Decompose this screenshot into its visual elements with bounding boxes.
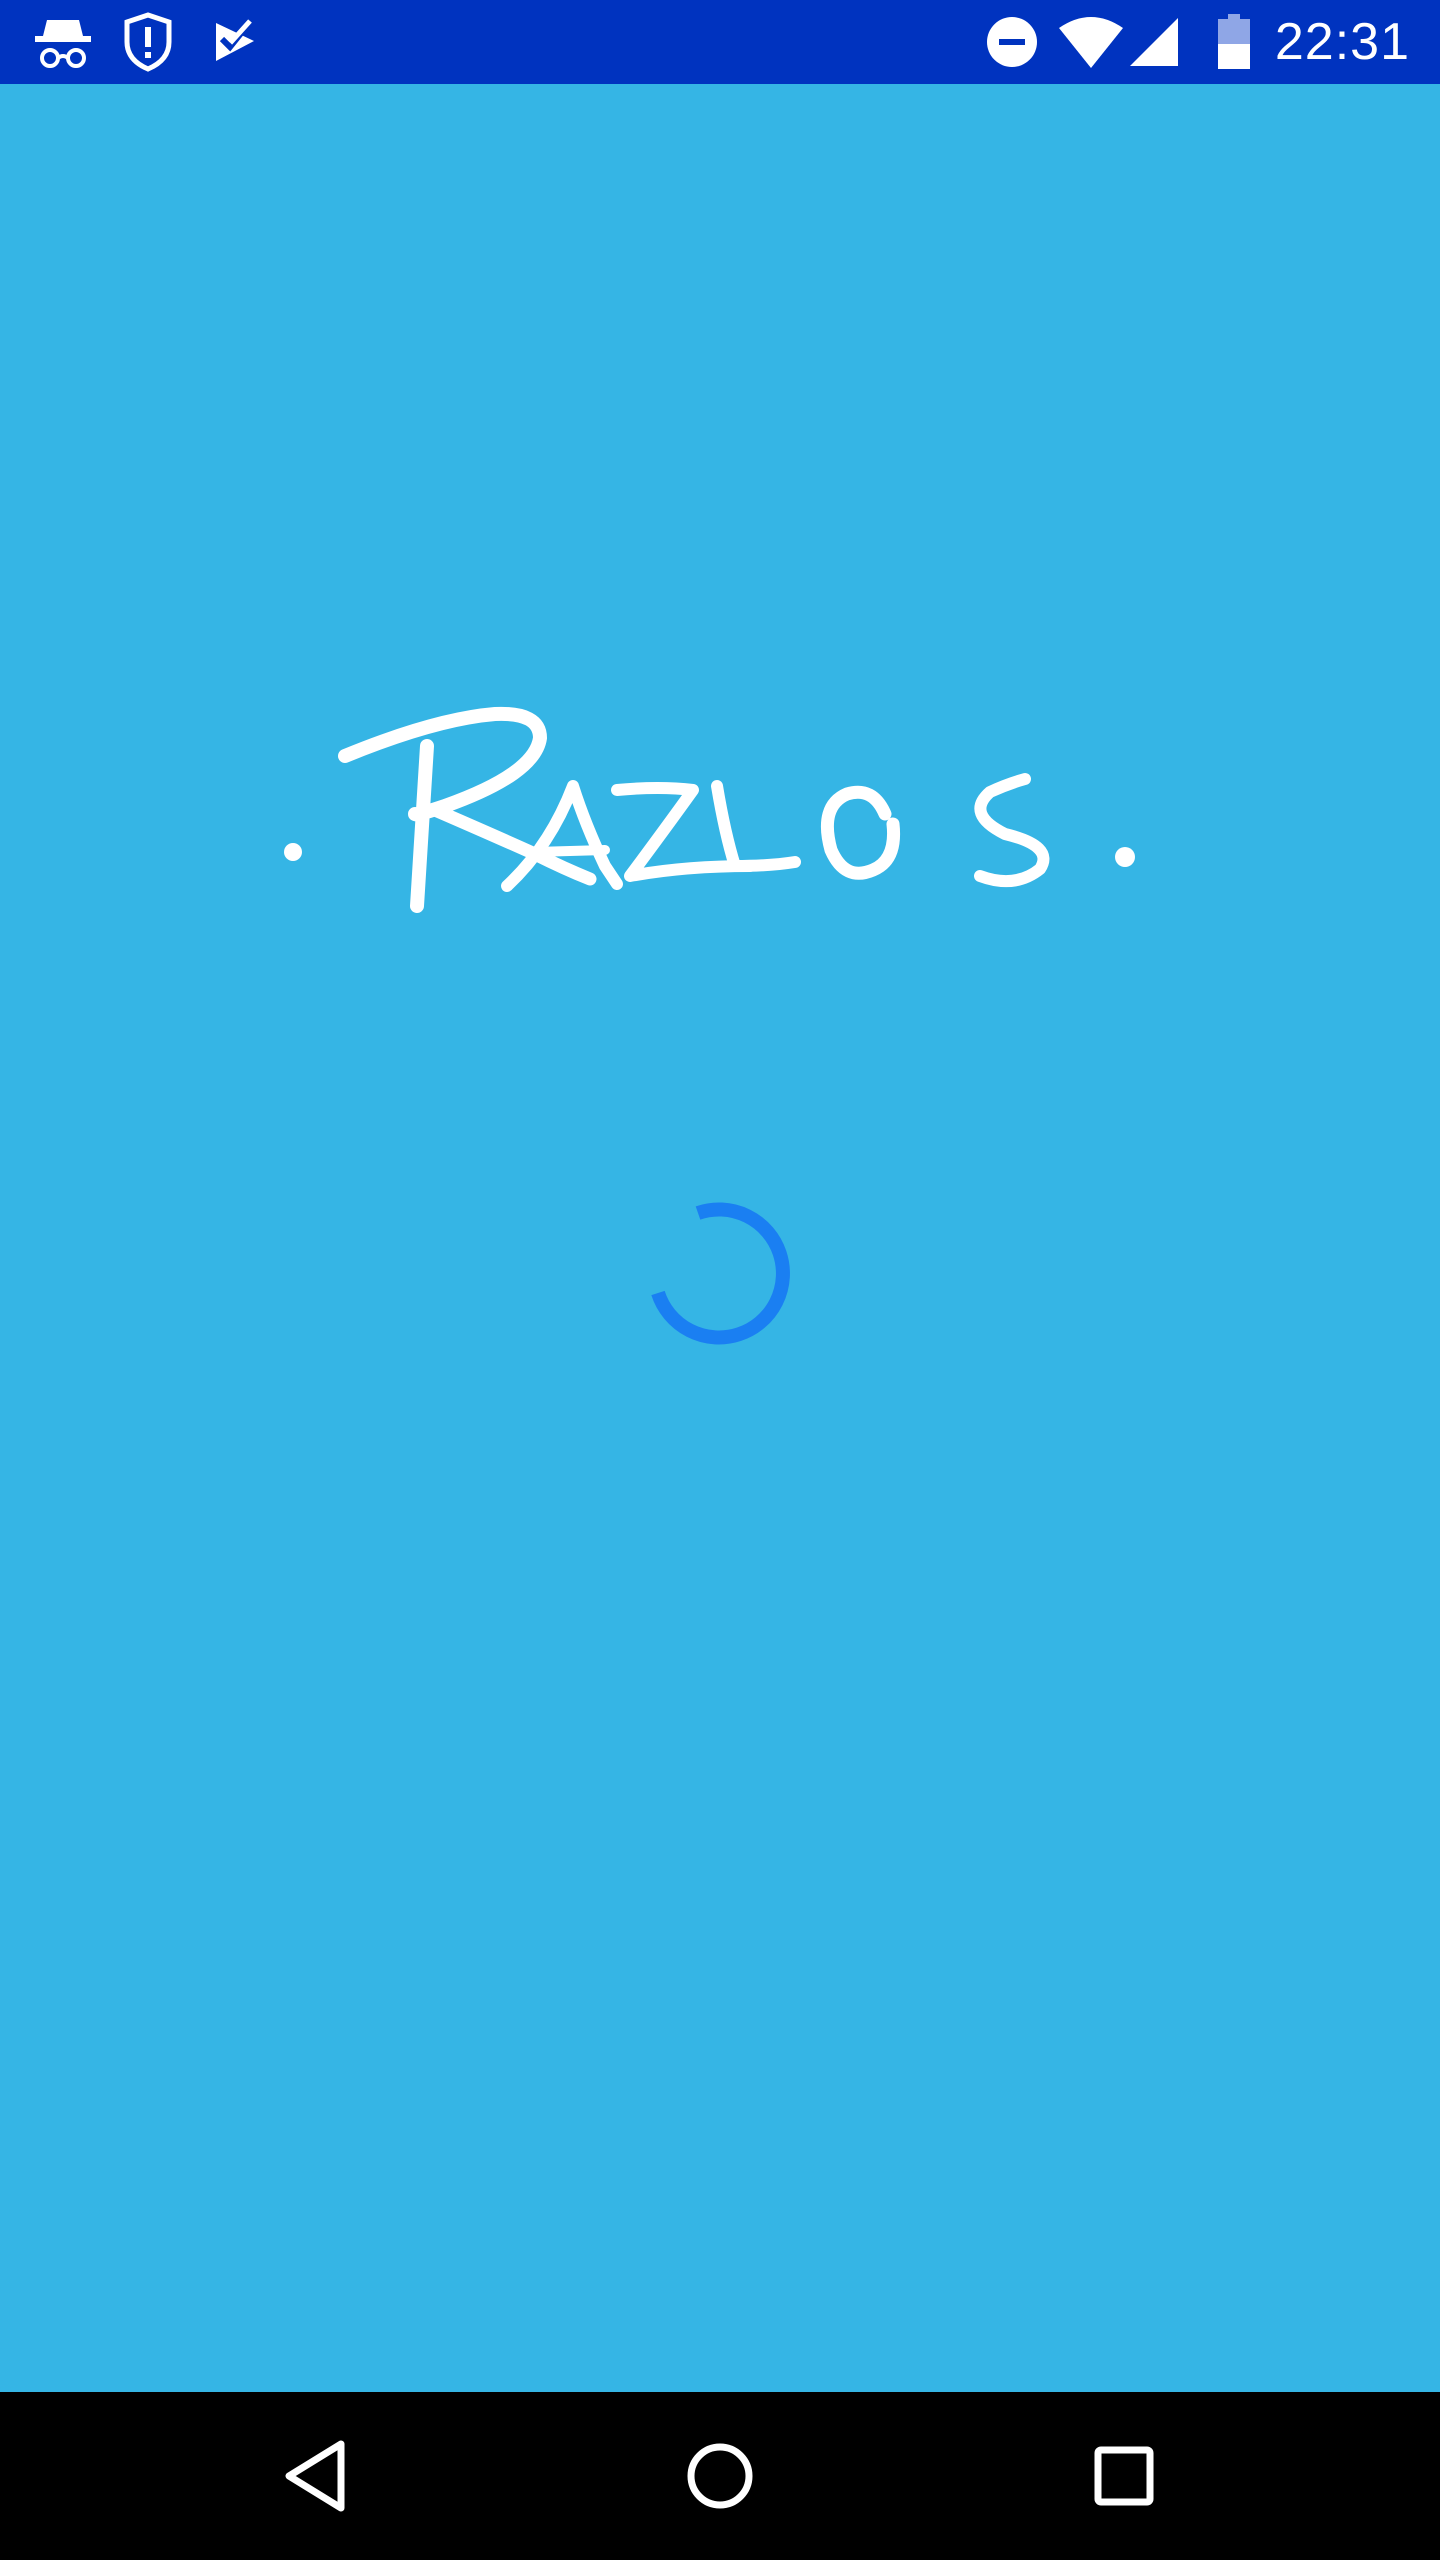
incognito-icon xyxy=(30,0,96,84)
back-button[interactable] xyxy=(216,2392,416,2560)
home-icon xyxy=(687,2443,753,2509)
splash-screen xyxy=(0,84,1440,2392)
do-not-disturb-icon xyxy=(984,0,1040,84)
recents-button[interactable] xyxy=(1024,2392,1224,2560)
task-check-icon xyxy=(204,0,266,84)
status-bar: 22:31 xyxy=(0,0,1440,84)
status-time: 22:31 xyxy=(1274,13,1410,71)
app-logo xyxy=(284,706,1135,913)
wifi-icon xyxy=(1058,0,1124,84)
navigation-bar xyxy=(0,2392,1440,2560)
signal-icon xyxy=(1126,0,1182,84)
back-icon xyxy=(285,2440,345,2512)
home-button[interactable] xyxy=(620,2392,820,2560)
battery-icon xyxy=(1214,0,1254,84)
recents-icon xyxy=(1094,2446,1154,2506)
loading-spinner xyxy=(651,1202,790,1345)
shield-alert-icon xyxy=(118,0,178,84)
